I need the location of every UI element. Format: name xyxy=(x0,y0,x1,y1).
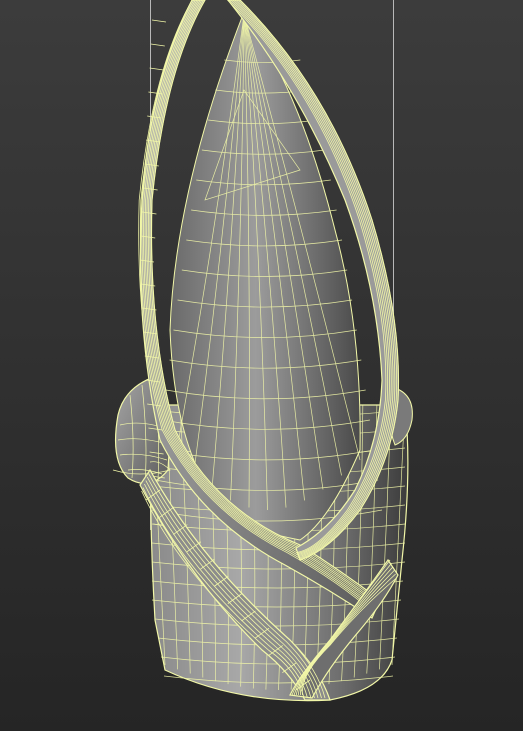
viewport-scene[interactable] xyxy=(0,0,523,731)
3d-viewport[interactable] xyxy=(0,0,523,731)
